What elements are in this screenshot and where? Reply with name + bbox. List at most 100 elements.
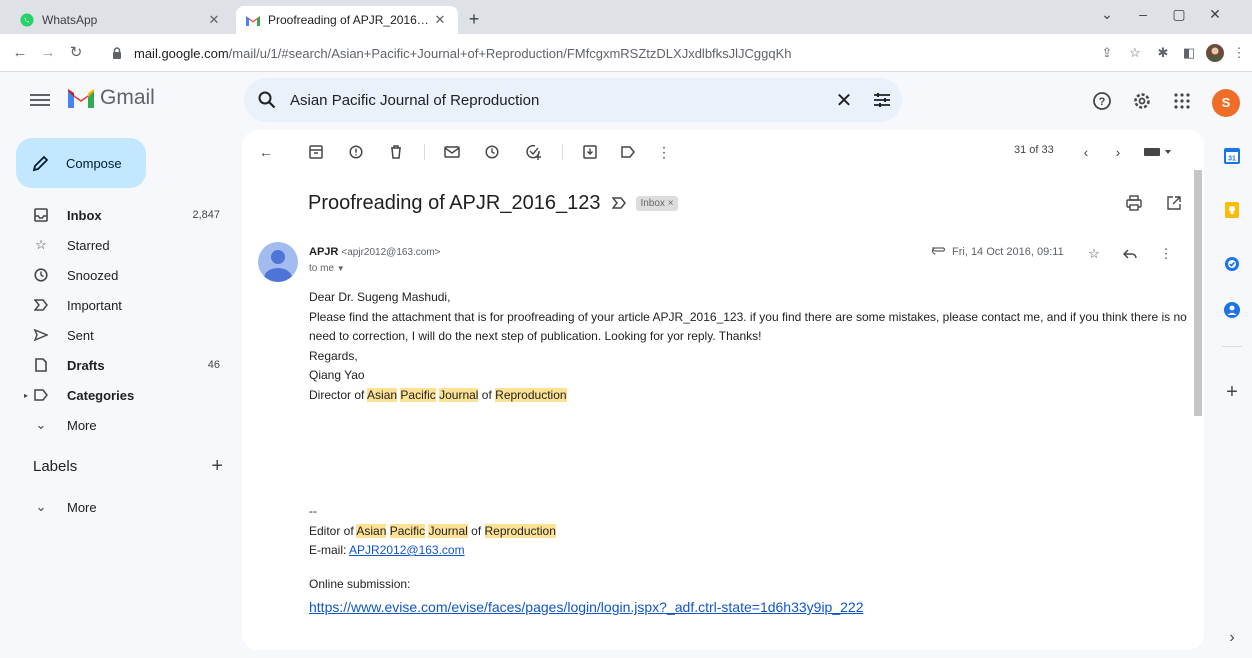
close-tab-icon[interactable]: ✕ [206, 12, 222, 28]
sidebar-item-label: More [67, 499, 97, 515]
online-submission-link[interactable]: https://www.evise.com/evise/faces/pages/… [309, 598, 1189, 618]
tasks-icon[interactable] [1222, 254, 1242, 274]
search-highlight: Journal [428, 523, 468, 538]
search-icon[interactable] [244, 91, 290, 109]
message-scrollbar[interactable] [1194, 170, 1202, 416]
search-input[interactable]: Asian Pacific Journal of Reproduction [290, 92, 826, 109]
gmail-header: Gmail Asian Pacific Journal of Reproduct… [0, 72, 1252, 130]
minimize-button[interactable]: – [1128, 6, 1158, 22]
account-avatar[interactable]: S [1212, 89, 1240, 117]
restore-button[interactable]: ▢ [1164, 6, 1194, 23]
input-tools-icon[interactable] [1142, 142, 1174, 162]
address-bar[interactable]: mail.google.com/mail/u/1/#search/Asian+P… [112, 39, 1062, 67]
browser-menu-icon[interactable]: ⋮ [1230, 44, 1248, 62]
search-highlight: Pacific [389, 523, 426, 538]
message-meta: Fri, 14 Oct 2016, 09:11 [931, 245, 1064, 258]
open-in-new-window-icon[interactable] [1166, 195, 1182, 216]
clear-search-icon[interactable]: ✕ [826, 88, 862, 113]
main-menu-icon[interactable] [28, 91, 52, 111]
compose-button[interactable]: Compose [16, 138, 146, 188]
keep-icon[interactable] [1222, 200, 1242, 220]
important-icon [30, 299, 52, 311]
message-action-bar: ← ⋮ 31 of 33 ‹ › [242, 130, 1204, 174]
gmail-logo[interactable]: Gmail [68, 86, 155, 110]
inbox-label-chip[interactable]: Inbox × [636, 196, 678, 211]
labels-more-section: ⌄ More [0, 492, 240, 522]
archive-icon[interactable] [306, 142, 326, 162]
gmail-favicon-icon [246, 13, 260, 27]
forward-icon[interactable]: → [38, 43, 58, 63]
get-addons-icon[interactable]: + [1222, 381, 1242, 403]
more-options-icon[interactable]: ⋮ [654, 142, 674, 162]
caret-down-icon: ▼ [336, 264, 345, 273]
contacts-icon[interactable] [1222, 300, 1242, 320]
tab-search-icon[interactable]: ⌄ [1092, 6, 1122, 23]
sender-email: <apjr2012@163.com> [341, 247, 441, 258]
recipients-toggle[interactable]: to me ▼ [309, 263, 345, 274]
profile-avatar-icon[interactable] [1206, 44, 1224, 62]
reload-icon[interactable]: ↻ [66, 43, 86, 63]
older-message-icon[interactable]: › [1108, 142, 1128, 162]
star-message-icon[interactable]: ☆ [1084, 244, 1104, 264]
message-position: 31 of 33 [1014, 144, 1054, 156]
sidebar-item-drafts[interactable]: Drafts 46 [0, 350, 240, 380]
drafts-count: 46 [207, 359, 220, 371]
bookmark-star-icon[interactable]: ☆ [1126, 44, 1144, 62]
settings-gear-icon[interactable] [1130, 89, 1154, 113]
back-to-search-icon[interactable]: ← [256, 142, 276, 162]
sidebar-item-more[interactable]: ⌄ More [0, 410, 240, 440]
unread-count: 2,847 [192, 209, 220, 221]
label-icon [30, 389, 52, 401]
search-highlight: Asian [367, 387, 398, 402]
message-more-icon[interactable]: ⋮ [1156, 244, 1176, 264]
toolbar-divider [562, 144, 563, 160]
sidebar-item-inbox[interactable]: Inbox 2,847 [0, 200, 240, 230]
newer-message-icon[interactable]: ‹ [1076, 142, 1096, 162]
share-icon[interactable]: ⇪ [1098, 44, 1116, 62]
sidebar-nav: Inbox 2,847 ☆ Starred Snoozed Important … [0, 200, 240, 440]
message-subject: Proofreading of APJR_2016_123 [308, 192, 601, 214]
delete-icon[interactable] [386, 142, 406, 162]
close-window-button[interactable]: ✕ [1200, 6, 1230, 23]
tab-gmail-message[interactable]: Proofreading of APJR_2016_123 - ✕ [236, 6, 458, 34]
add-task-icon[interactable] [524, 142, 544, 162]
show-side-panel-icon[interactable]: › [1222, 628, 1242, 648]
sidebar-item-label: Starred [67, 237, 110, 253]
sidebar-item-starred[interactable]: ☆ Starred [0, 230, 240, 260]
help-icon[interactable]: ? [1090, 89, 1114, 113]
sidebar-item-sent[interactable]: Sent [0, 320, 240, 350]
calendar-icon[interactable]: 31 [1222, 146, 1242, 166]
sidebar-item-label: Drafts [67, 357, 105, 373]
reply-icon[interactable] [1120, 244, 1140, 264]
snooze-icon[interactable] [482, 142, 502, 162]
sidebar-item-label: Snoozed [67, 267, 119, 283]
sidebar-item-categories[interactable]: ▸ Categories [0, 380, 240, 410]
email-line: E-mail: APJR2012@163.com [309, 541, 1189, 561]
side-panel-icon[interactable]: ◧ [1180, 44, 1198, 62]
email-link[interactable]: APJR2012@163.com [349, 543, 465, 557]
print-icon[interactable] [1126, 195, 1142, 216]
search-bar[interactable]: Asian Pacific Journal of Reproduction ✕ [244, 78, 902, 122]
back-icon[interactable]: ← [10, 43, 30, 63]
apps-grid-icon[interactable] [1170, 89, 1194, 113]
labels-icon[interactable] [618, 142, 638, 162]
sidebar-item-snoozed[interactable]: Snoozed [0, 260, 240, 290]
extensions-icon[interactable]: ✱ [1154, 44, 1172, 62]
mark-unread-icon[interactable] [442, 142, 462, 162]
create-label-icon[interactable]: + [211, 456, 223, 476]
chevron-down-icon: ⌄ [35, 499, 47, 514]
tab-whatsapp[interactable]: WhatsApp ✕ [10, 6, 232, 34]
gmail-wordmark: Gmail [100, 86, 155, 109]
sidebar-item-important[interactable]: Important [0, 290, 240, 320]
labels-more-item[interactable]: ⌄ More [0, 492, 240, 522]
sender-name[interactable]: APJR [309, 246, 338, 258]
report-spam-icon[interactable] [346, 142, 366, 162]
search-options-icon[interactable] [862, 92, 902, 108]
sender-avatar[interactable] [258, 242, 298, 282]
compose-label: Compose [66, 155, 122, 171]
move-to-icon[interactable] [580, 142, 600, 162]
close-tab-icon[interactable]: ✕ [432, 12, 448, 28]
new-tab-button[interactable]: + [462, 8, 486, 32]
important-marker-icon[interactable] [611, 196, 627, 212]
